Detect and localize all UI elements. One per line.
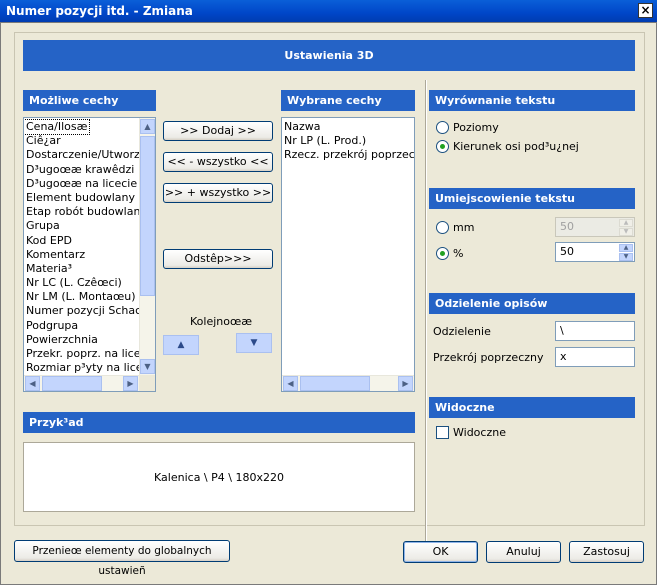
- scroll-up-icon[interactable]: ▲: [140, 119, 155, 134]
- mm-value: 50: [560, 220, 574, 233]
- radio-mm-label: mm: [453, 221, 475, 234]
- available-features-list[interactable]: Cena/IlosæCiê¿arDostarczenie/UtworzenD³u…: [23, 117, 156, 392]
- available-features-header: Możliwe cechy: [23, 90, 156, 111]
- spin-up-icon[interactable]: ▲: [619, 244, 633, 252]
- available-feature-item[interactable]: Ciê¿ar: [24, 134, 139, 148]
- separator-label: Odzielenie: [433, 325, 491, 338]
- available-feature-item[interactable]: D³ugoœæ krawêdzi: [24, 163, 139, 177]
- move-up-button[interactable]: ▲: [163, 335, 199, 355]
- scroll-thumb[interactable]: [42, 376, 102, 391]
- radio-percent[interactable]: [436, 247, 449, 260]
- arrow-down-icon: ▼: [250, 338, 258, 348]
- available-feature-item[interactable]: Powierzchnia: [24, 333, 139, 347]
- percent-value: 50: [560, 245, 574, 258]
- scroll-down-icon[interactable]: ▼: [140, 359, 155, 374]
- mm-input[interactable]: 50 ▲ ▼: [555, 217, 635, 237]
- section-header-3d: Ustawienia 3D: [23, 40, 635, 71]
- close-button[interactable]: ×: [638, 3, 653, 18]
- radio-percent-label: %: [453, 247, 464, 260]
- selected-list-hscroll[interactable]: ◀ ▶: [282, 375, 414, 391]
- available-feature-item[interactable]: Etap robót budowlanyc: [24, 205, 139, 219]
- example-preview: Kalenica \ P4 \ 180x220: [23, 442, 415, 512]
- visible-checkbox-label: Widoczne: [453, 426, 506, 439]
- scroll-right-icon[interactable]: ▶: [398, 376, 413, 391]
- available-feature-item[interactable]: Materia³: [24, 262, 139, 276]
- ok-button[interactable]: OK: [403, 541, 478, 563]
- scroll-corner: [139, 375, 155, 391]
- selected-features-header: Wybrane cechy: [281, 90, 415, 111]
- title-bar: Numer pozycji itd. - Zmiana ×: [0, 0, 657, 22]
- scroll-right-icon[interactable]: ▶: [123, 376, 138, 391]
- spin-up-icon[interactable]: ▲: [619, 219, 633, 227]
- radio-horizontal[interactable]: [436, 121, 449, 134]
- spacing-button[interactable]: Odstêp>>>: [163, 249, 273, 269]
- visible-header: Widoczne: [429, 397, 635, 418]
- available-feature-item[interactable]: Podgrupa: [24, 319, 139, 333]
- separator-value: \: [560, 324, 564, 337]
- available-feature-item[interactable]: Przekr. poprz. na licecie: [24, 347, 139, 361]
- text-position-header: Umiejscowienie tekstu: [429, 188, 635, 209]
- apply-button[interactable]: Zastosuj: [569, 541, 644, 563]
- separator-input[interactable]: \: [555, 321, 635, 341]
- available-feature-item[interactable]: Dostarczenie/Utworzen: [24, 148, 139, 162]
- available-feature-item[interactable]: D³ugoœæ na licecie: [24, 177, 139, 191]
- visible-checkbox[interactable]: [436, 426, 449, 439]
- selected-feature-item[interactable]: Nr LP (L. Prod.): [282, 134, 414, 148]
- available-feature-item[interactable]: Nr LC (L. Czêœci): [24, 276, 139, 290]
- move-down-button[interactable]: ▼: [236, 333, 272, 353]
- add-button[interactable]: >> Dodaj >>: [163, 121, 273, 141]
- radio-mm[interactable]: [436, 221, 449, 234]
- available-feature-item[interactable]: Komentarz: [24, 248, 139, 262]
- scroll-left-icon[interactable]: ◀: [25, 376, 40, 391]
- selected-features-list[interactable]: Nazwa Nr LP (L. Prod.) Rzecz. przekrój pop…: [281, 117, 415, 392]
- example-header: Przyk³ad: [23, 412, 415, 433]
- available-feature-item[interactable]: Numer pozycji Schachte: [24, 304, 139, 318]
- cancel-button[interactable]: Anuluj: [486, 541, 561, 563]
- scroll-thumb[interactable]: [300, 376, 370, 391]
- order-label: Kolejnoœæ: [190, 315, 253, 328]
- add-all-button[interactable]: >> + wszystko >>: [163, 183, 273, 203]
- spin-down-icon[interactable]: ▼: [619, 228, 633, 236]
- available-list-hscroll[interactable]: ◀ ▶: [24, 375, 139, 391]
- available-feature-item[interactable]: Grupa: [24, 219, 139, 233]
- radio-longitudinal-axis[interactable]: [436, 140, 449, 153]
- selected-feature-item[interactable]: Nazwa: [282, 120, 414, 134]
- radio-longitudinal-axis-label: Kierunek osi pod³u¿nej: [453, 140, 579, 153]
- transfer-global-button[interactable]: Przenieœ elementy do globalnych ustawieñ: [14, 540, 230, 577]
- arrow-up-icon: ▲: [177, 340, 185, 350]
- radio-horizontal-label: Poziomy: [453, 121, 499, 134]
- percent-input[interactable]: 50 ▲ ▼: [555, 242, 635, 262]
- label-separation-header: Odzielenie opisów: [429, 293, 635, 314]
- cross-section-value: x: [560, 350, 567, 363]
- scroll-left-icon[interactable]: ◀: [283, 376, 298, 391]
- available-feature-item[interactable]: Kod EPD: [24, 234, 139, 248]
- window-title: Numer pozycji itd. - Zmiana: [6, 4, 193, 18]
- cross-section-input[interactable]: x: [555, 347, 635, 367]
- spin-down-icon[interactable]: ▼: [619, 253, 633, 261]
- available-list-vscroll[interactable]: ▲ ▼: [139, 118, 155, 375]
- available-feature-item[interactable]: Cena/Ilosæ: [24, 118, 91, 136]
- selected-feature-item[interactable]: Rzecz. przekrój poprzeczny: [282, 148, 414, 162]
- available-feature-item[interactable]: Nr LM (L. Montaœu): [24, 290, 139, 304]
- vertical-divider: [425, 80, 427, 550]
- available-feature-item[interactable]: Element budowlany: [24, 191, 139, 205]
- text-alignment-header: Wyrównanie tekstu: [429, 90, 635, 111]
- available-feature-item[interactable]: Rozmiar p³yty na licecie: [24, 361, 139, 375]
- remove-all-button[interactable]: << - wszystko <<: [163, 152, 273, 172]
- cross-section-label: Przekrój poprzeczny: [433, 351, 544, 364]
- scroll-thumb[interactable]: [140, 136, 155, 296]
